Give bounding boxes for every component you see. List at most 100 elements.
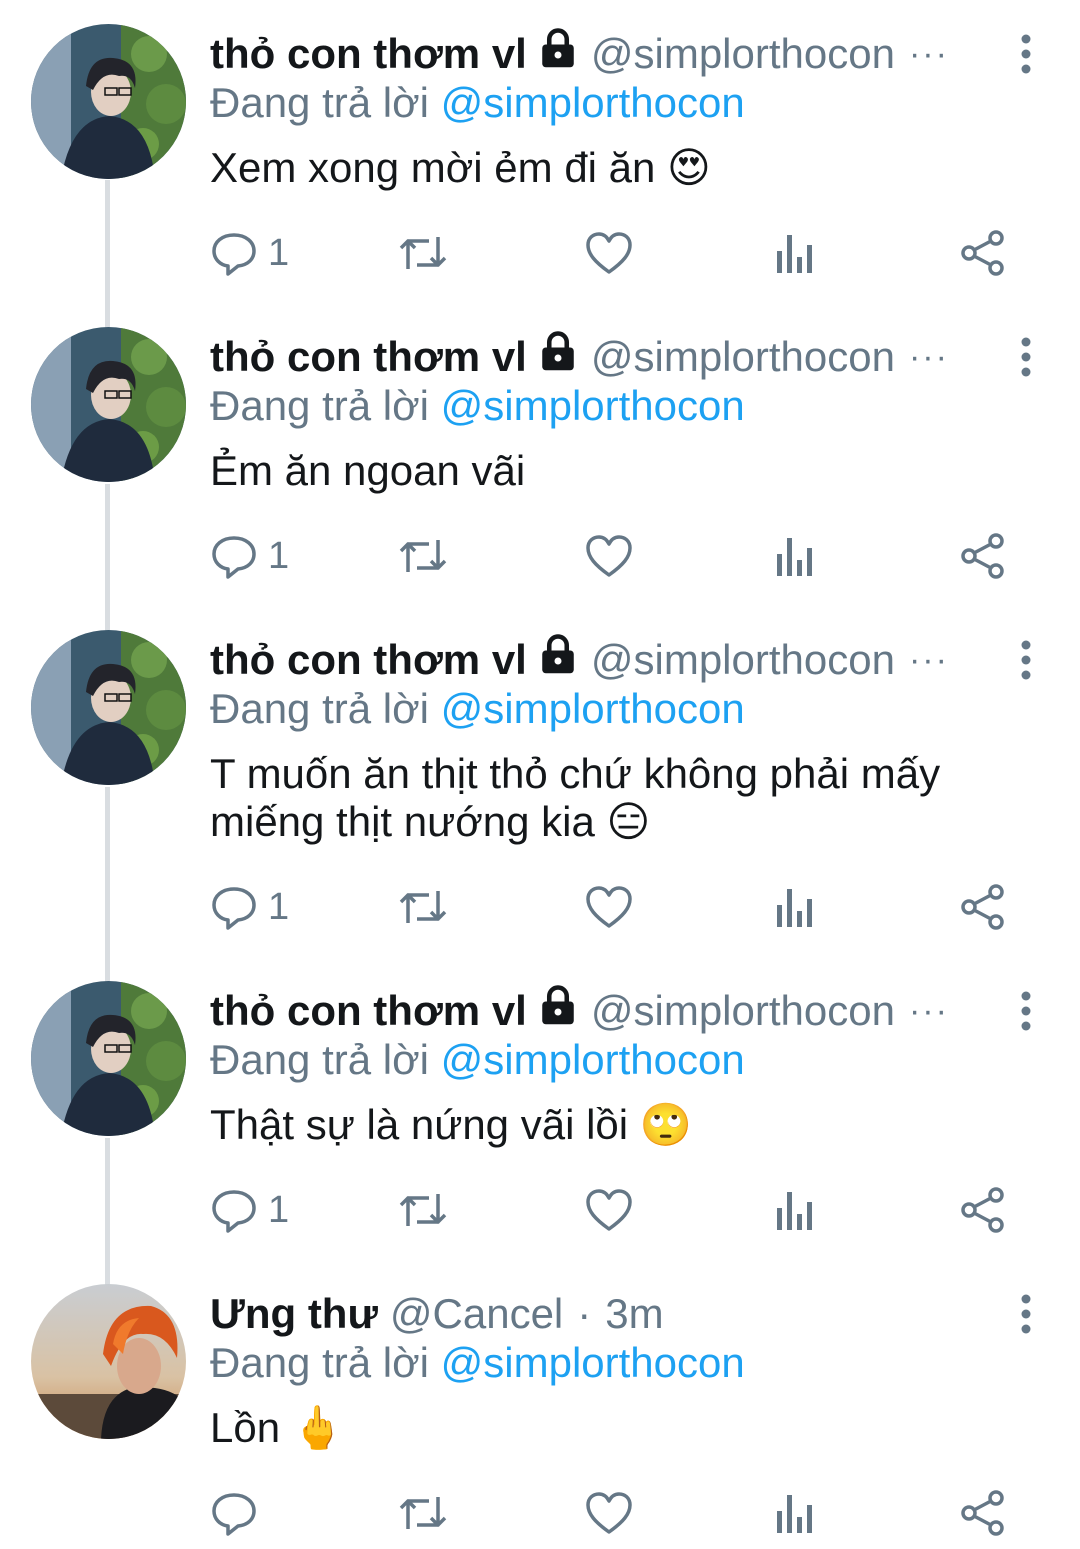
user-handle[interactable]: @Cancel (390, 1290, 563, 1338)
display-name[interactable]: Ưng thư (210, 1290, 378, 1338)
reply-count: 1 (268, 231, 290, 274)
lock-icon (537, 330, 579, 372)
reply-button[interactable]: 1 (210, 877, 289, 937)
share-button[interactable] (960, 223, 1006, 283)
tweet[interactable]: thỏ con thơm vl @simplorthocon ··· Đang … (0, 0, 1080, 303)
share-icon (961, 884, 1004, 930)
retweet-icon (399, 237, 447, 269)
tweet-text: Ẻm ăn ngoan vãi (210, 447, 526, 494)
display-name[interactable]: thỏ con thơm vl (210, 333, 527, 381)
share-button[interactable] (960, 526, 1006, 586)
replying-to: Đang trả lời @simplorthocon (210, 1035, 1050, 1085)
user-handle[interactable]: @simplorthocon (591, 333, 895, 381)
analytics-icon (777, 1495, 812, 1533)
reply-button[interactable]: 1 (210, 526, 289, 586)
avatar[interactable] (31, 24, 186, 179)
replying-to: Đang trả lời @simplorthocon (210, 78, 1050, 128)
more-vertical-icon (1021, 640, 1031, 680)
analytics-icon (777, 235, 812, 273)
reply-icon (212, 1190, 256, 1233)
analytics-button[interactable] (775, 1483, 815, 1543)
truncation-ellipsis: ··· (908, 640, 949, 679)
display-name[interactable]: thỏ con thơm vl (210, 30, 527, 78)
more-options-button[interactable] (1018, 34, 1034, 74)
avatar[interactable] (31, 630, 186, 785)
timestamp[interactable]: 3m (605, 1290, 663, 1338)
reply-count: 1 (268, 885, 290, 928)
reply-button[interactable]: 1 (210, 223, 289, 283)
replying-label: Đang trả lời (210, 382, 429, 429)
analytics-icon (777, 538, 812, 576)
share-button[interactable] (960, 1180, 1006, 1240)
share-icon (961, 533, 1004, 579)
retweet-button[interactable] (397, 1180, 449, 1240)
retweet-icon (399, 540, 447, 572)
more-vertical-icon (1021, 1294, 1031, 1334)
replying-label: Đang trả lời (210, 79, 429, 126)
display-name[interactable]: thỏ con thơm vl (210, 636, 527, 684)
tweet[interactable]: thỏ con thơm vl @simplorthocon ··· Đang … (0, 957, 1080, 1260)
retweet-button[interactable] (397, 877, 449, 937)
tweet-actions: 1 (210, 223, 1030, 283)
tweet[interactable]: thỏ con thơm vl @simplorthocon ··· Đang … (0, 303, 1080, 606)
reply-icon (212, 1493, 256, 1536)
more-options-button[interactable] (1018, 1294, 1034, 1334)
avatar[interactable] (31, 981, 186, 1136)
mention-link[interactable]: @simplorthocon (441, 1036, 745, 1083)
tweet-header: thỏ con thơm vl @simplorthocon ··· (210, 26, 1050, 82)
like-button[interactable] (585, 877, 633, 937)
reply-icon (212, 536, 256, 579)
retweet-button[interactable] (397, 526, 449, 586)
more-vertical-icon (1021, 337, 1031, 377)
mention-link[interactable]: @simplorthocon (441, 79, 745, 126)
more-options-button[interactable] (1018, 337, 1034, 377)
tweet-actions: 1 (210, 1180, 1030, 1240)
mention-link[interactable]: @simplorthocon (441, 1339, 745, 1386)
reply-icon (212, 887, 256, 930)
share-icon (961, 230, 1004, 276)
retweet-button[interactable] (397, 223, 449, 283)
analytics-button[interactable] (775, 526, 815, 586)
mention-link[interactable]: @simplorthocon (441, 685, 745, 732)
display-name[interactable]: thỏ con thơm vl (210, 987, 527, 1035)
more-options-button[interactable] (1018, 991, 1034, 1031)
mention-link[interactable]: @simplorthocon (441, 382, 745, 429)
separator-dot: · (577, 1290, 592, 1337)
tweet-actions: 1 (210, 526, 1030, 586)
tweet-actions: 1 (210, 877, 1030, 937)
replying-label: Đang trả lời (210, 1036, 429, 1083)
share-button[interactable] (960, 877, 1006, 937)
replying-to: Đang trả lời @simplorthocon (210, 1338, 1050, 1388)
user-handle[interactable]: @simplorthocon (591, 636, 895, 684)
replying-to: Đang trả lời @simplorthocon (210, 684, 1050, 734)
retweet-button[interactable] (397, 1483, 449, 1543)
tweet[interactable]: thỏ con thơm vl @simplorthocon ··· Đang … (0, 606, 1080, 957)
more-vertical-icon (1021, 991, 1031, 1031)
tweet-text: Thật sự là nứng vãi lồi 🙄 (210, 1101, 693, 1148)
reply-button[interactable]: 1 (210, 1180, 289, 1240)
more-options-button[interactable] (1018, 640, 1034, 680)
retweet-icon (399, 1194, 447, 1226)
like-button[interactable] (585, 526, 633, 586)
share-button[interactable] (960, 1483, 1006, 1543)
avatar[interactable] (31, 327, 186, 482)
tweet-text: Lồn 🖕 (210, 1404, 345, 1451)
like-button[interactable] (585, 1483, 633, 1543)
user-handle[interactable]: @simplorthocon (591, 30, 895, 78)
analytics-button[interactable] (775, 877, 815, 937)
analytics-button[interactable] (775, 1180, 815, 1240)
like-button[interactable] (585, 1180, 633, 1240)
user-handle[interactable]: @simplorthocon (591, 987, 895, 1035)
tweet-header: thỏ con thơm vl @simplorthocon ··· (210, 983, 1050, 1039)
lock-icon (537, 27, 579, 69)
reply-button[interactable] (210, 1483, 268, 1543)
tweet-header: Ưng thư @Cancel · 3m (210, 1286, 1050, 1342)
heart-icon (586, 1492, 632, 1534)
analytics-button[interactable] (775, 223, 815, 283)
retweet-icon (399, 891, 447, 923)
like-button[interactable] (585, 223, 633, 283)
tweet[interactable]: Ưng thư @Cancel · 3m Đang trả lời @simpl… (0, 1260, 1080, 1549)
heart-icon (586, 886, 632, 928)
avatar[interactable] (31, 1284, 186, 1439)
reply-count: 1 (268, 1188, 290, 1231)
